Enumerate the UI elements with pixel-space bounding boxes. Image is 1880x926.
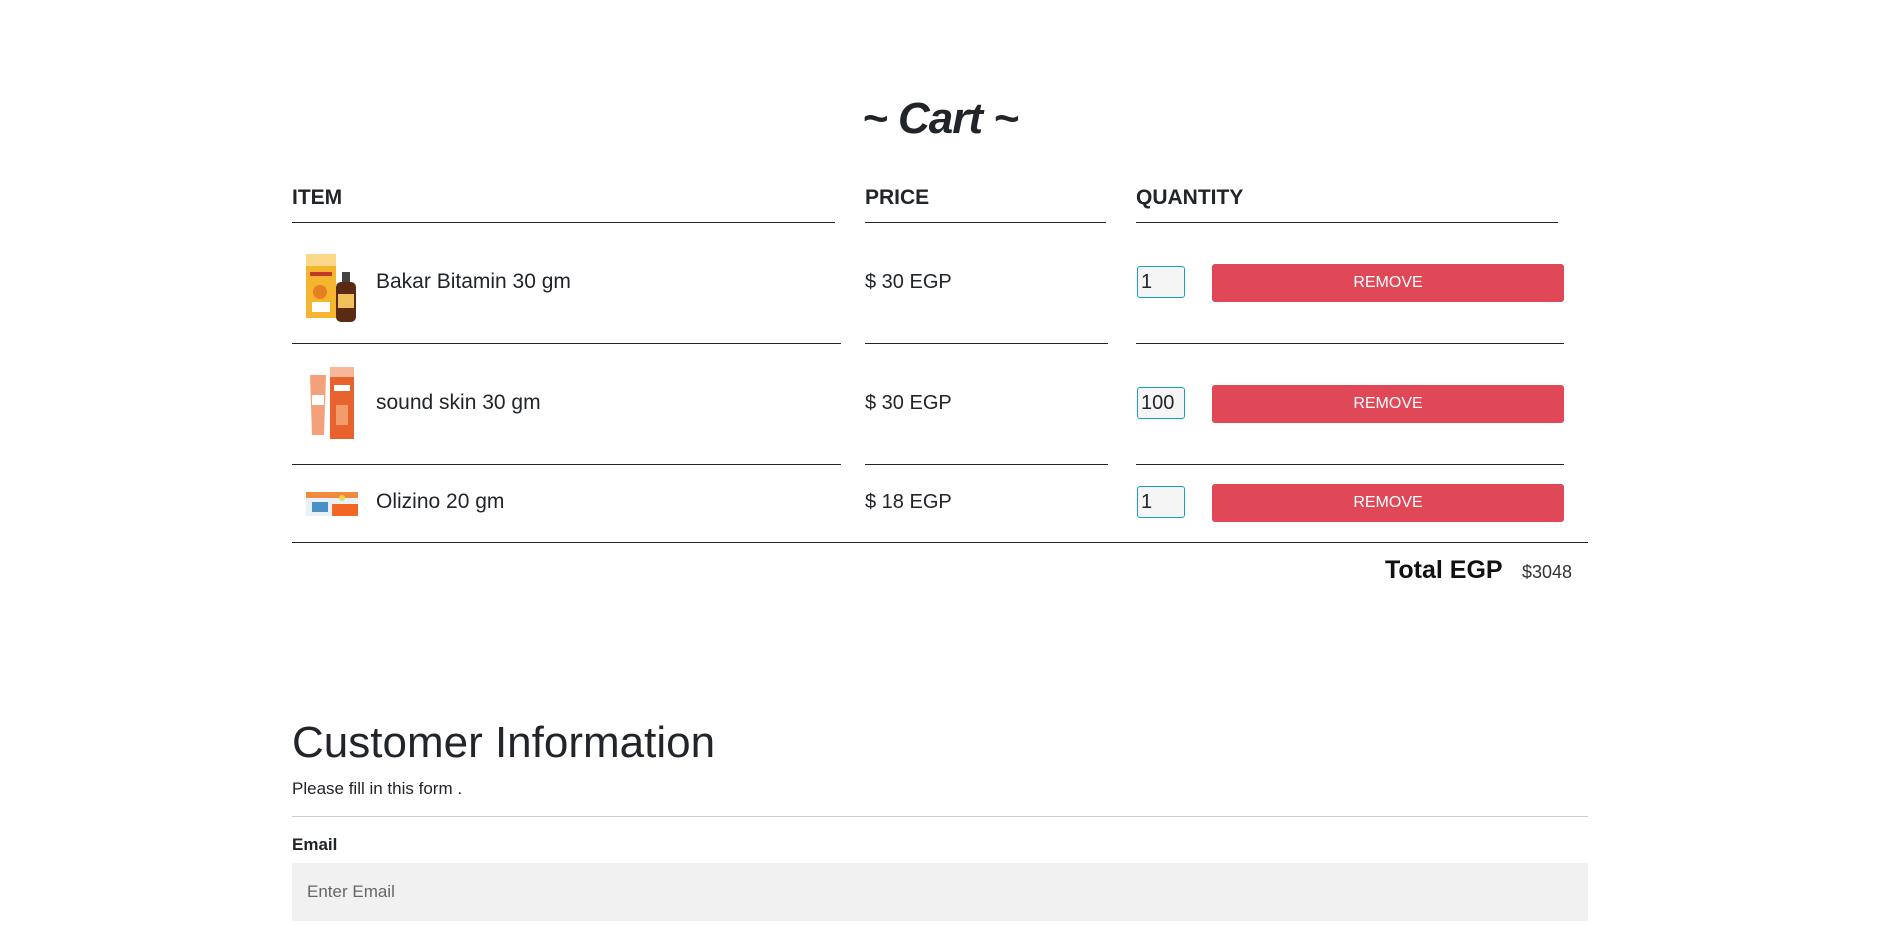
syrup-box-bottle-icon [302,248,362,328]
total-value: $3048 [1522,562,1573,582]
remove-button[interactable]: REMOVE [1212,484,1564,522]
column-header-quantity: QUANTITY [1136,186,1244,209]
item-price: $ 18 EGP [865,491,952,513]
item-name: Bakar Bitamin 30 gm [376,270,571,293]
email-label: Email [292,835,338,854]
total-label: Total EGP [1385,556,1503,584]
email-field[interactable] [292,863,1588,921]
item-price: $ 30 EGP [865,271,952,293]
cart-page: ~ Cart ~ ITEM PRICE QUANTITY Bakar Bitam… [0,0,1880,926]
row-divider [1136,343,1564,344]
column-header-price: PRICE [865,186,930,209]
cream-tube-box-icon [302,365,362,445]
customer-info-divider [292,816,1588,817]
cart-row: sound skin 30 gm $ 30 EGP REMOVE [292,361,1588,461]
row-divider [1136,464,1564,465]
remove-button[interactable]: REMOVE [1212,264,1564,302]
quantity-input[interactable] [1137,387,1185,419]
row-divider [292,464,841,465]
cart-title: ~ Cart ~ [862,94,1019,143]
header-divider-price [865,222,1106,223]
row-divider [865,343,1108,344]
customer-info-subtitle: Please fill in this form . [292,779,463,798]
cart-bottom-divider [292,542,1588,543]
customer-info-title: Customer Information [292,718,716,767]
row-divider [865,464,1108,465]
ointment-box-icon [302,484,362,524]
quantity-input[interactable] [1137,266,1185,298]
cart-row: Olizino 20 gm $ 18 EGP REMOVE [292,480,1588,540]
quantity-input[interactable] [1137,486,1185,518]
header-divider-quantity [1136,222,1558,223]
item-name: Olizino 20 gm [376,490,505,513]
item-name: sound skin 30 gm [376,391,541,414]
cart-row: Bakar Bitamin 30 gm $ 30 EGP REMOVE [292,240,1588,340]
item-price: $ 30 EGP [865,392,952,414]
column-header-item: ITEM [292,186,343,209]
row-divider [292,343,841,344]
header-divider-item [292,222,835,223]
remove-button[interactable]: REMOVE [1212,385,1564,423]
